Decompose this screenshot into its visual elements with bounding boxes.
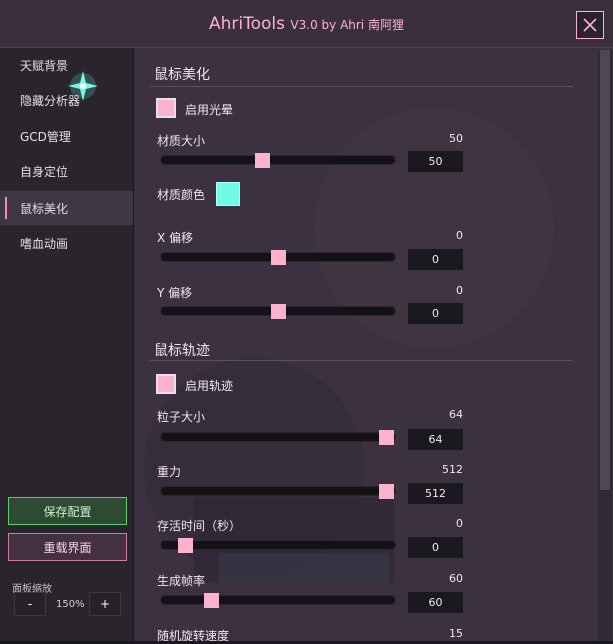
app-version: V3.0 by Ahri 南阿狸 <box>290 18 404 32</box>
enable-glow-label: 启用光晕 <box>185 103 234 117</box>
section-title-mouse-beautify: 鼠标美化 <box>154 67 210 83</box>
zoom-decrease-button[interactable]: - <box>14 592 46 616</box>
texture-size-value: 50 <box>449 132 463 145</box>
enable-trail-label: 启用轨迹 <box>185 379 234 393</box>
close-icon <box>583 18 597 32</box>
sidebar-item-bloodlust-animation[interactable]: 嗜血动画 <box>0 226 133 260</box>
spawn-rate-input[interactable]: 60 <box>407 591 464 614</box>
y-offset-value: 0 <box>456 284 463 297</box>
texture-size-label: 材质大小 <box>157 134 206 148</box>
texture-size-slider[interactable] <box>160 155 396 165</box>
lifetime-value: 0 <box>456 517 463 530</box>
y-offset-input[interactable]: 0 <box>407 302 464 325</box>
sidebar-item-gcd[interactable]: GCD管理 <box>0 119 133 153</box>
zoom-value: 150% <box>56 599 85 610</box>
spawn-rate-label: 生成帧率 <box>157 574 206 588</box>
texture-color-label: 材质颜色 <box>157 188 206 202</box>
sidebar-item-mouse-beautify[interactable]: 鼠标美化 <box>0 191 133 225</box>
section-divider <box>150 86 573 87</box>
y-offset-slider-handle[interactable] <box>270 304 286 319</box>
section-divider <box>150 360 573 361</box>
lifetime-slider-handle[interactable] <box>177 538 193 553</box>
x-offset-value: 0 <box>456 229 463 242</box>
window-title: AhriTools V3.0 by Ahri 南阿狸 <box>0 14 613 34</box>
scrollbar-thumb[interactable] <box>600 50 610 490</box>
zoom-increase-button[interactable]: + <box>89 592 121 616</box>
gravity-input[interactable]: 512 <box>407 482 464 505</box>
texture-size-slider-handle[interactable] <box>255 153 271 168</box>
sidebar-item-label: 自身定位 <box>20 164 69 179</box>
sidebar-item-self-locate[interactable]: 自身定位 <box>0 154 133 188</box>
scrollbar[interactable] <box>598 50 612 641</box>
x-offset-label: X 偏移 <box>157 231 194 245</box>
y-offset-label: Y 偏移 <box>157 286 193 300</box>
gravity-value: 512 <box>442 463 463 476</box>
lifetime-label: 存活时间（秒） <box>157 519 242 533</box>
particle-size-slider-handle[interactable] <box>378 430 394 445</box>
random-spin-value: 15 <box>449 627 463 640</box>
save-config-button[interactable]: 保存配置 <box>8 497 127 525</box>
app-name: AhriTools <box>209 14 286 34</box>
cursor-sparkle-icon <box>68 71 98 101</box>
x-offset-slider-handle[interactable] <box>270 250 286 265</box>
texture-color-swatch[interactable] <box>216 182 240 206</box>
close-button[interactable] <box>576 11 604 39</box>
sidebar-item-label: GCD管理 <box>20 129 71 144</box>
particle-size-input[interactable]: 64 <box>407 428 464 451</box>
spawn-rate-slider-handle[interactable] <box>204 593 220 608</box>
sidebar-item-label: 鼠标美化 <box>20 201 69 216</box>
particle-size-label: 粒子大小 <box>157 410 206 424</box>
particle-size-value: 64 <box>449 408 463 421</box>
spawn-rate-slider[interactable] <box>160 595 396 605</box>
title-bar[interactable]: AhriTools V3.0 by Ahri 南阿狸 <box>0 0 613 48</box>
gravity-slider-handle[interactable] <box>378 484 394 499</box>
texture-size-input[interactable]: 50 <box>407 150 464 173</box>
x-offset-input[interactable]: 0 <box>407 248 464 271</box>
particle-size-slider[interactable] <box>160 432 396 442</box>
gravity-label: 重力 <box>157 465 182 479</box>
gravity-slider[interactable] <box>160 486 396 496</box>
app-window: AhriTools V3.0 by Ahri 南阿狸 天赋背景 隐藏分析器 GC… <box>0 0 613 643</box>
sidebar-item-label: 嗜血动画 <box>20 236 69 251</box>
random-spin-label: 随机旋转速度 <box>157 629 230 643</box>
reload-ui-button[interactable]: 重载界面 <box>8 533 127 561</box>
spawn-rate-value: 60 <box>449 572 463 585</box>
lifetime-slider[interactable] <box>160 540 396 550</box>
section-title-mouse-trail: 鼠标轨迹 <box>154 343 210 359</box>
enable-glow-checkbox[interactable] <box>156 98 176 118</box>
sidebar-item-label: 天赋背景 <box>20 58 69 73</box>
lifetime-input[interactable]: 0 <box>407 536 464 559</box>
enable-trail-checkbox[interactable] <box>156 374 176 394</box>
